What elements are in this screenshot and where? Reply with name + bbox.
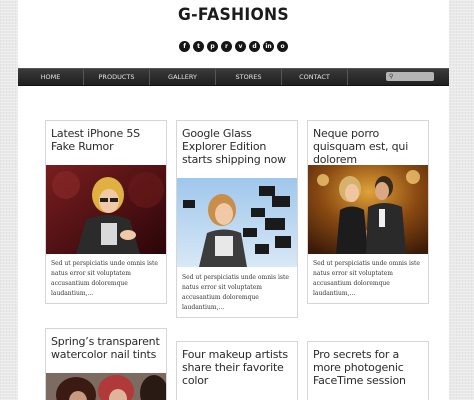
post-card[interactable]: Spring’s transparent watercolor nail tin… [45,328,167,400]
post-card[interactable]: Pro secrets for a more photogenic FaceTi… [307,341,429,400]
post-image[interactable] [46,165,166,254]
vimeo-icon[interactable]: v [235,41,246,52]
post-excerpt: Sed ut perspiciatis unde omnis iste natu… [313,260,420,297]
nav-stores[interactable]: STORES [216,69,282,85]
page-container: G-FASHIONS f t p r v d in o HOME PRODUCT… [18,0,449,400]
nav-contact[interactable]: CONTACT [282,69,348,85]
post-card[interactable]: Neque porro quisquam est, qui dolorem Se… [307,120,429,304]
main-navbar: HOME PRODUCTS GALLERY STORES CONTACT ⚲ [18,68,449,86]
linkedin-icon[interactable]: in [263,41,274,52]
nav-gallery[interactable]: GALLERY [150,69,216,85]
post-title[interactable]: Neque porro quisquam est, qui dolorem [313,127,424,166]
dribbble-icon[interactable]: d [249,41,260,52]
post-card[interactable]: Google Glass Explorer Edition starts shi… [176,120,298,318]
post-title[interactable]: Four makeup artists share their favorite… [182,348,293,387]
social-icons: f t p r v d in o [18,41,449,53]
post-title[interactable]: Google Glass Explorer Edition starts shi… [182,127,293,166]
pinterest-icon[interactable]: p [207,41,218,52]
post-excerpt: Sed ut perspiciatis unde omnis iste natu… [182,274,289,311]
post-card[interactable]: Four makeup artists share their favorite… [176,341,298,400]
facebook-icon[interactable]: f [179,41,190,52]
post-title[interactable]: Spring’s transparent watercolor nail tin… [51,335,162,361]
nav-home[interactable]: HOME [18,69,84,85]
post-card[interactable]: Latest iPhone 5S Fake Rumor Sed ut persp… [45,120,167,304]
post-title[interactable]: Latest iPhone 5S Fake Rumor [51,127,162,153]
rss-icon[interactable]: r [221,41,232,52]
twitter-icon[interactable]: t [193,41,204,52]
post-image[interactable] [177,178,297,267]
instagram-icon[interactable]: o [277,41,288,52]
nav-products[interactable]: PRODUCTS [84,69,150,85]
post-image[interactable] [308,165,428,254]
search-input[interactable]: ⚲ [386,72,434,81]
site-title[interactable]: G-FASHIONS [35,5,432,25]
post-image[interactable] [46,373,166,400]
post-excerpt: Sed ut perspiciatis unde omnis iste natu… [51,260,158,297]
search-icon: ⚲ [389,73,394,80]
post-title[interactable]: Pro secrets for a more photogenic FaceTi… [313,348,424,387]
